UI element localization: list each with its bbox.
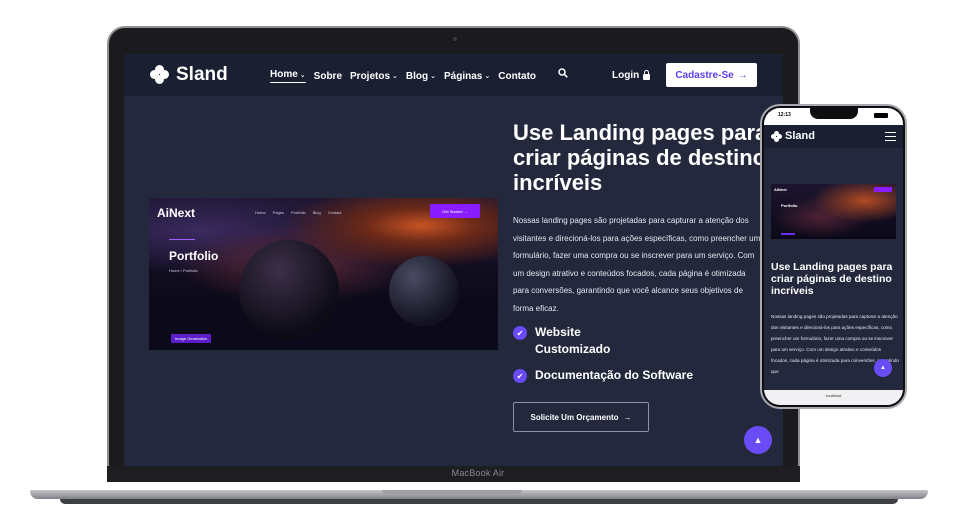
preview-menu-item: Pages (272, 210, 285, 215)
search-icon[interactable] (558, 68, 568, 78)
navbar: Sland Home ⌄ Sobre Projetos ⌄ Blog ⌄ Página… (124, 54, 783, 96)
planet-graphic (239, 240, 339, 340)
preview-accent-line (169, 239, 195, 240)
phone-logo-text: Sland (785, 130, 815, 142)
preview-tag: Image Generation (171, 334, 212, 343)
phone-site-logo[interactable]: Sland (771, 130, 815, 142)
chevron-down-icon: ⌄ (484, 73, 491, 80)
phone-notch (810, 108, 858, 119)
login-label: Login (612, 70, 640, 81)
status-time: 12:13 (778, 112, 791, 118)
chevron-down-icon: ⌄ (392, 73, 398, 80)
nav-links: Home ⌄ Sobre Projetos ⌄ Blog ⌄ Páginas ⌄ Con… (270, 69, 536, 83)
check-icon: ✔ (513, 326, 527, 340)
phone-url-bar: localhost (764, 390, 903, 405)
phone-preview-button (874, 187, 892, 192)
feature-item: ✔ Website Customizado (513, 324, 615, 358)
phone-hero-preview-image: AiNext Portfolio (771, 184, 896, 239)
nav-link-blog[interactable]: Blog ⌄ (406, 69, 436, 83)
feature-label: Documentação do Software (535, 368, 694, 382)
phone-screen: 12:13 Sland AiNext Portfolio Use Landing… (764, 108, 903, 405)
phone-preview-title: Portfolio (781, 203, 798, 208)
battery-icon (874, 113, 888, 118)
preview-menu-item: Contact (327, 210, 342, 215)
hero-preview-image: AiNext Home Pages Portfolio Blog Contact… (149, 198, 498, 350)
laptop-screen: Sland Home ⌄ Sobre Projetos ⌄ Blog ⌄ Página… (124, 54, 783, 466)
laptop-base-shadow (60, 499, 898, 504)
hero-title: Use Landing pages para criar páginas de … (513, 120, 768, 195)
site-logo[interactable]: Sland (150, 64, 228, 86)
flower-logo-icon (150, 65, 170, 85)
preview-brand: AiNext (157, 206, 196, 220)
phone-navbar: Sland (764, 125, 903, 148)
chevron-down-icon: ⌄ (430, 73, 436, 80)
preview-menu: Home Pages Portfolio Blog Contact (255, 210, 342, 215)
device-mockup-stage: MacBook Air Sland Home ⌄ Sobre Projetos ⌄ … (0, 0, 956, 530)
flower-logo-icon (771, 130, 782, 142)
preview-menu-item: Blog (312, 210, 321, 215)
chevron-up-icon: ▲ (753, 435, 763, 445)
nav-link-paginas[interactable]: Páginas ⌄ (444, 69, 490, 83)
nav-link-label: Blog (405, 70, 429, 82)
preview-menu-item: Portfolio (291, 210, 306, 215)
chevron-down-icon: ⌄ (299, 71, 306, 79)
signup-button[interactable]: Cadastre-Se → (666, 63, 757, 87)
nav-link-contato[interactable]: Contato (498, 69, 536, 83)
arrow-right-icon: → (623, 412, 632, 422)
planet-graphic (389, 256, 459, 326)
preview-menu-item: Home (255, 210, 266, 215)
check-icon: ✔ (513, 369, 527, 383)
nav-link-label: Home (270, 69, 298, 80)
nav-link-label: Sobre (313, 70, 343, 82)
scroll-to-top-button[interactable]: ▲ (744, 426, 772, 454)
nav-link-label: Páginas (444, 70, 483, 82)
site-logo-text: Sland (176, 64, 228, 85)
phone-preview-tag (781, 233, 795, 235)
phone-hero-title: Use Landing pages para criar páginas de … (771, 261, 893, 297)
nav-link-sobre[interactable]: Sobre (314, 69, 342, 83)
nav-link-projetos[interactable]: Projetos ⌄ (350, 69, 398, 83)
signup-label: Cadastre-Se (675, 69, 734, 81)
macbook-label: MacBook Air (451, 468, 505, 478)
arrow-right-icon: → (737, 69, 748, 81)
request-quote-label: Solicite Um Orçamento (530, 412, 619, 422)
phone-preview-brand: AiNext (774, 187, 787, 192)
feature-item: ✔ Documentação do Software (513, 367, 693, 384)
nav-link-home[interactable]: Home ⌄ (270, 69, 306, 83)
hamburger-menu-icon[interactable] (885, 132, 896, 141)
hero-description: Nossas landing pages são projetadas para… (513, 216, 761, 313)
preview-title: Portfolio (169, 249, 219, 263)
preview-breadcrumb: Home / Portfolio (169, 268, 198, 273)
lock-icon (643, 70, 651, 80)
request-quote-button[interactable]: Solicite Um Orçamento → (513, 402, 649, 432)
phone-scroll-to-top-button[interactable]: ▲ (874, 359, 892, 377)
nav-link-label: Projetos (350, 70, 391, 82)
chevron-up-icon: ▲ (880, 365, 886, 371)
phone-status-bar: 12:13 (764, 108, 903, 125)
nav-link-label: Contato (498, 70, 537, 82)
login-link[interactable]: Login (612, 70, 651, 81)
laptop-hinge-notch (382, 490, 522, 494)
laptop-camera (453, 37, 457, 41)
preview-get-started-button: Get Started → (430, 204, 480, 218)
feature-label: Website Customizado (535, 325, 611, 356)
